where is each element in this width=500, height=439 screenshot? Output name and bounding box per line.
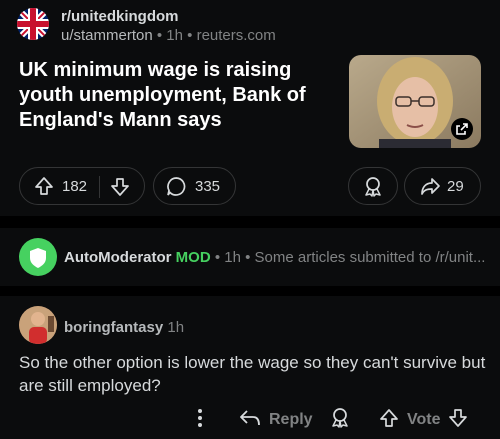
- award-button[interactable]: [348, 167, 398, 205]
- vote-divider: [99, 176, 100, 198]
- more-icon: [192, 407, 208, 434]
- mod-badge: MOD: [175, 249, 211, 266]
- automod-preview: Some articles submitted to /r/unit...: [254, 249, 486, 266]
- automod-summary: AutoModerator MOD • 1h • Some articles s…: [64, 249, 494, 266]
- comment-header: boringfantasy 1h: [64, 319, 184, 336]
- award-button[interactable]: [330, 404, 350, 436]
- vote-label: Vote: [407, 411, 441, 428]
- subreddit-name[interactable]: r/unitedkingdom: [61, 8, 179, 25]
- share-count: 29: [447, 178, 464, 195]
- shield-icon[interactable]: [19, 238, 57, 276]
- downvote-icon[interactable]: [448, 408, 468, 433]
- article-thumbnail[interactable]: [349, 55, 481, 148]
- award-icon: [363, 176, 383, 201]
- comment-icon: [166, 176, 187, 201]
- more-options-button[interactable]: [192, 404, 208, 436]
- share-button[interactable]: 29: [404, 167, 481, 205]
- automod-age: 1h: [224, 249, 241, 266]
- comments-button[interactable]: 335: [153, 167, 236, 205]
- vote-control: 182: [19, 167, 145, 205]
- downvote-icon[interactable]: [110, 177, 130, 201]
- external-link-icon[interactable]: [451, 118, 473, 140]
- award-icon: [330, 407, 350, 433]
- upvote-icon[interactable]: [379, 408, 399, 433]
- comment: boringfantasy 1h So the other option is …: [0, 296, 500, 439]
- section-divider: [0, 286, 500, 296]
- automod-author[interactable]: AutoModerator: [64, 249, 172, 266]
- upvote-icon[interactable]: [34, 176, 54, 200]
- post-author[interactable]: u/stammerton: [61, 27, 153, 44]
- separator-dot: •: [245, 249, 255, 266]
- separator-dot: •: [156, 27, 167, 44]
- post-title[interactable]: UK minimum wage is raising youth unemplo…: [19, 58, 324, 133]
- comment-author[interactable]: boringfantasy: [64, 319, 163, 336]
- post-meta: u/stammerton • 1h • reuters.com: [61, 27, 276, 44]
- reply-icon: [238, 408, 262, 433]
- reply-button[interactable]: Reply: [238, 404, 313, 436]
- post-domain[interactable]: reuters.com: [197, 27, 276, 44]
- comment-body: So the other option is lower the wage so…: [19, 353, 486, 395]
- comment-vote-control: Vote: [379, 404, 468, 436]
- separator-dot: •: [187, 27, 197, 44]
- automod-comment-collapsed[interactable]: AutoModerator MOD • 1h • Some articles s…: [0, 228, 500, 286]
- post-card[interactable]: r/unitedkingdom u/stammerton • 1h • reut…: [0, 0, 500, 216]
- reply-label: Reply: [269, 411, 313, 428]
- upvote-count: 182: [62, 178, 88, 195]
- union-flag-icon[interactable]: [17, 8, 49, 40]
- comment-age: 1h: [167, 319, 185, 336]
- section-divider: [0, 216, 500, 228]
- avatar[interactable]: [19, 306, 57, 344]
- post-age: 1h: [166, 27, 183, 44]
- share-icon: [420, 177, 441, 200]
- separator-dot: •: [214, 249, 225, 266]
- comment-count: 335: [195, 178, 221, 195]
